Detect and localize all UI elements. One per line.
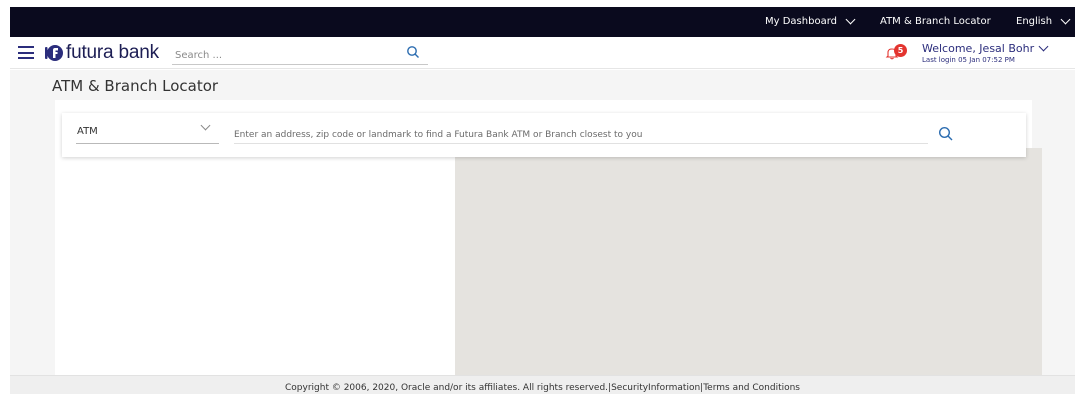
- search-input[interactable]: [172, 45, 387, 66]
- last-login-text: Last login 05 Jan 07:52 PM: [922, 56, 1015, 64]
- futura-logo-icon: [45, 45, 63, 61]
- my-dashboard-menu[interactable]: My Dashboard: [765, 14, 856, 27]
- location-type-value: ATM: [77, 126, 98, 137]
- brand-logo[interactable]: futura bank: [43, 42, 159, 64]
- page: My Dashboard ATM & Branch Locator Englis…: [0, 0, 1075, 394]
- atm-branch-locator-link[interactable]: ATM & Branch Locator: [880, 16, 991, 27]
- map-view[interactable]: [455, 148, 1042, 375]
- chevron-down-icon: [1038, 41, 1049, 52]
- language-label: English: [1016, 16, 1053, 27]
- hamburger-icon[interactable]: [18, 46, 34, 59]
- search-icon[interactable]: [406, 45, 420, 59]
- copyright-text: Copyright © 2006, 2020, Oracle and/or it…: [285, 383, 609, 393]
- welcome-text: Welcome, Jesal Bohr: [922, 42, 1035, 55]
- top-bar: My Dashboard ATM & Branch Locator Englis…: [10, 7, 1075, 37]
- search-icon[interactable]: [938, 126, 954, 142]
- notification-badge: 5: [894, 44, 907, 57]
- my-dashboard-label: My Dashboard: [765, 16, 837, 27]
- chevron-down-icon: [200, 120, 211, 131]
- security-info-link[interactable]: SecurityInformation: [611, 383, 700, 393]
- user-menu[interactable]: Welcome, Jesal Bohr Last login 05 Jan 07…: [922, 41, 1049, 64]
- address-field: [234, 122, 928, 144]
- chevron-down-icon: [845, 14, 856, 25]
- language-selector[interactable]: English: [1016, 14, 1071, 27]
- brand-name: futura bank: [66, 42, 159, 63]
- terms-link[interactable]: Terms and Conditions: [703, 383, 800, 393]
- locator-search-bar: ATM: [62, 113, 1026, 157]
- header: futura bank 5 Welcome, Jesal Bohr Last l…: [10, 37, 1075, 69]
- footer: Copyright © 2006, 2020, Oracle and/or it…: [10, 375, 1075, 394]
- chevron-down-icon: [1060, 14, 1071, 25]
- location-type-select[interactable]: ATM: [76, 120, 219, 144]
- atm-branch-locator-label: ATM & Branch Locator: [880, 16, 991, 27]
- address-input[interactable]: [234, 122, 928, 142]
- global-search: [172, 43, 428, 66]
- page-title: ATM & Branch Locator: [52, 77, 219, 95]
